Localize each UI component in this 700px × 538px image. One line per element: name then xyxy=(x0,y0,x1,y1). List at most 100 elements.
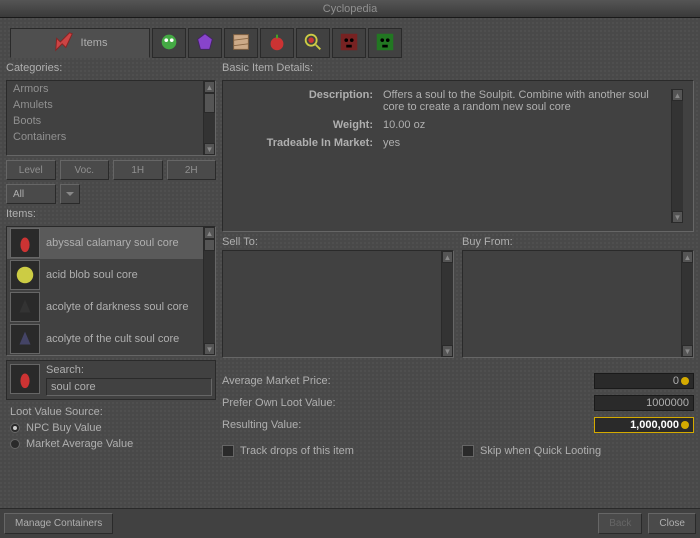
rune-icon xyxy=(194,31,216,56)
filter-2h-button[interactable]: 2H xyxy=(167,160,217,180)
filter-all-dropdown[interactable]: All xyxy=(6,184,56,204)
chevron-down-icon xyxy=(66,192,74,196)
buy-from-list: ▲▼ xyxy=(462,250,694,358)
scroll-down-icon[interactable]: ▼ xyxy=(682,345,693,357)
sell-scrollbar[interactable]: ▲▼ xyxy=(441,251,453,357)
scroll-down-icon[interactable]: ▼ xyxy=(204,343,215,355)
scroll-up-icon[interactable]: ▲ xyxy=(672,89,683,101)
details-scrollbar[interactable]: ▲ ▼ xyxy=(671,89,683,223)
scroll-down-icon[interactable]: ▼ xyxy=(672,211,683,223)
resulting-value: 1,000,000 xyxy=(594,417,694,433)
tab-bosstiary[interactable] xyxy=(332,28,366,58)
category-item[interactable]: Boots xyxy=(7,113,203,129)
search-input[interactable] xyxy=(46,378,212,396)
detail-value: Offers a soul to the Soulpit. Combine wi… xyxy=(383,89,665,113)
item-icon xyxy=(10,324,40,354)
creature-icon xyxy=(158,31,180,56)
filter-dropdown-toggle[interactable] xyxy=(60,184,80,204)
category-item[interactable]: Containers xyxy=(7,129,203,145)
footer: Manage Containers Back Close xyxy=(0,508,700,538)
pref-loot-label: Prefer Own Loot Value: xyxy=(222,397,586,409)
skull-red-icon xyxy=(338,31,360,56)
list-item-label: acid blob soul core xyxy=(46,269,138,282)
detail-value: 10.00 oz xyxy=(383,119,665,131)
sword-icon xyxy=(53,31,75,56)
tab-items-label: Items xyxy=(81,37,108,49)
scroll-up-icon[interactable]: ▲ xyxy=(204,81,215,93)
tab-charms[interactable] xyxy=(188,28,222,58)
radio-label: NPC Buy Value xyxy=(26,422,102,434)
tab-houses[interactable] xyxy=(260,28,294,58)
list-item-label: acolyte of darkness soul core xyxy=(46,301,188,314)
tab-items[interactable]: Items xyxy=(10,28,150,58)
tab-bestiary[interactable] xyxy=(152,28,186,58)
categories-scrollbar[interactable]: ▲ ▼ xyxy=(203,81,215,155)
list-item[interactable]: abyssal calamary soul core xyxy=(7,227,203,259)
detail-value: yes xyxy=(383,137,665,149)
search-item-icon xyxy=(10,364,40,394)
items-list: abyssal calamary soul core acid blob sou… xyxy=(6,226,216,356)
close-button[interactable]: Close xyxy=(648,513,696,534)
map-icon xyxy=(230,31,252,56)
filter-row: Level Voc. 1H 2H xyxy=(6,160,216,180)
skip-looting-label: Skip when Quick Looting xyxy=(480,445,601,457)
filter-level-button[interactable]: Level xyxy=(6,160,56,180)
track-drops-label: Track drops of this item xyxy=(240,445,354,457)
item-icon xyxy=(10,228,40,258)
tab-bar: Items xyxy=(6,24,694,58)
coin-icon xyxy=(681,421,689,429)
filter-1h-button[interactable]: 1H xyxy=(113,160,163,180)
tab-inspect[interactable] xyxy=(296,28,330,58)
category-item[interactable]: Armors xyxy=(7,81,203,97)
radio-icon xyxy=(10,423,20,433)
back-button: Back xyxy=(598,513,642,534)
fruit-icon xyxy=(266,31,288,56)
search-label: Search: xyxy=(46,364,212,376)
search-row: Search: xyxy=(6,360,216,400)
coin-icon xyxy=(681,377,689,385)
skip-looting-checkbox[interactable] xyxy=(462,445,474,457)
tab-map[interactable] xyxy=(224,28,258,58)
detail-key: Description: xyxy=(233,89,373,113)
scroll-thumb[interactable] xyxy=(204,239,215,251)
item-icon xyxy=(10,260,40,290)
skull-green-icon xyxy=(374,31,396,56)
magnifier-icon xyxy=(302,31,324,56)
manage-containers-button[interactable]: Manage Containers xyxy=(4,513,113,534)
radio-label: Market Average Value xyxy=(26,438,133,450)
detail-key: Tradeable In Market: xyxy=(233,137,373,149)
scroll-down-icon[interactable]: ▼ xyxy=(442,345,453,357)
filter-voc-button[interactable]: Voc. xyxy=(60,160,110,180)
resulting-label: Resulting Value: xyxy=(222,419,586,431)
list-item-label: acolyte of the cult soul core xyxy=(46,333,179,346)
avg-price-value: 0 xyxy=(594,373,694,389)
list-item[interactable]: acid blob soul core xyxy=(7,259,203,291)
sell-to-label: Sell To: xyxy=(222,236,454,248)
items-scrollbar[interactable]: ▲ ▼ xyxy=(203,227,215,355)
radio-market-avg[interactable]: Market Average Value xyxy=(10,436,212,452)
avg-price-label: Average Market Price: xyxy=(222,375,586,387)
pref-loot-input[interactable]: 1000000 xyxy=(594,395,694,411)
track-drops-checkbox[interactable] xyxy=(222,445,234,457)
list-item-label: abyssal calamary soul core xyxy=(46,237,179,250)
category-item[interactable]: Amulets xyxy=(7,97,203,113)
buy-scrollbar[interactable]: ▲▼ xyxy=(681,251,693,357)
items-label: Items: xyxy=(6,208,216,220)
radio-npc-buy[interactable]: NPC Buy Value xyxy=(10,420,212,436)
sell-to-list: ▲▼ xyxy=(222,250,454,358)
details-title: Basic Item Details: xyxy=(222,62,694,74)
scroll-up-icon[interactable]: ▲ xyxy=(204,227,215,239)
categories-label: Categories: xyxy=(6,62,216,74)
scroll-up-icon[interactable]: ▲ xyxy=(682,251,693,263)
tab-bosstiary2[interactable] xyxy=(368,28,402,58)
window-title: Cyclopedia xyxy=(0,0,700,18)
list-item[interactable]: acolyte of darkness soul core xyxy=(7,291,203,323)
scroll-up-icon[interactable]: ▲ xyxy=(442,251,453,263)
radio-icon xyxy=(10,439,20,449)
scroll-thumb[interactable] xyxy=(204,93,215,113)
item-icon xyxy=(10,292,40,322)
detail-key: Weight: xyxy=(233,119,373,131)
buy-from-label: Buy From: xyxy=(462,236,694,248)
scroll-down-icon[interactable]: ▼ xyxy=(204,143,215,155)
list-item[interactable]: acolyte of the cult soul core xyxy=(7,323,203,355)
